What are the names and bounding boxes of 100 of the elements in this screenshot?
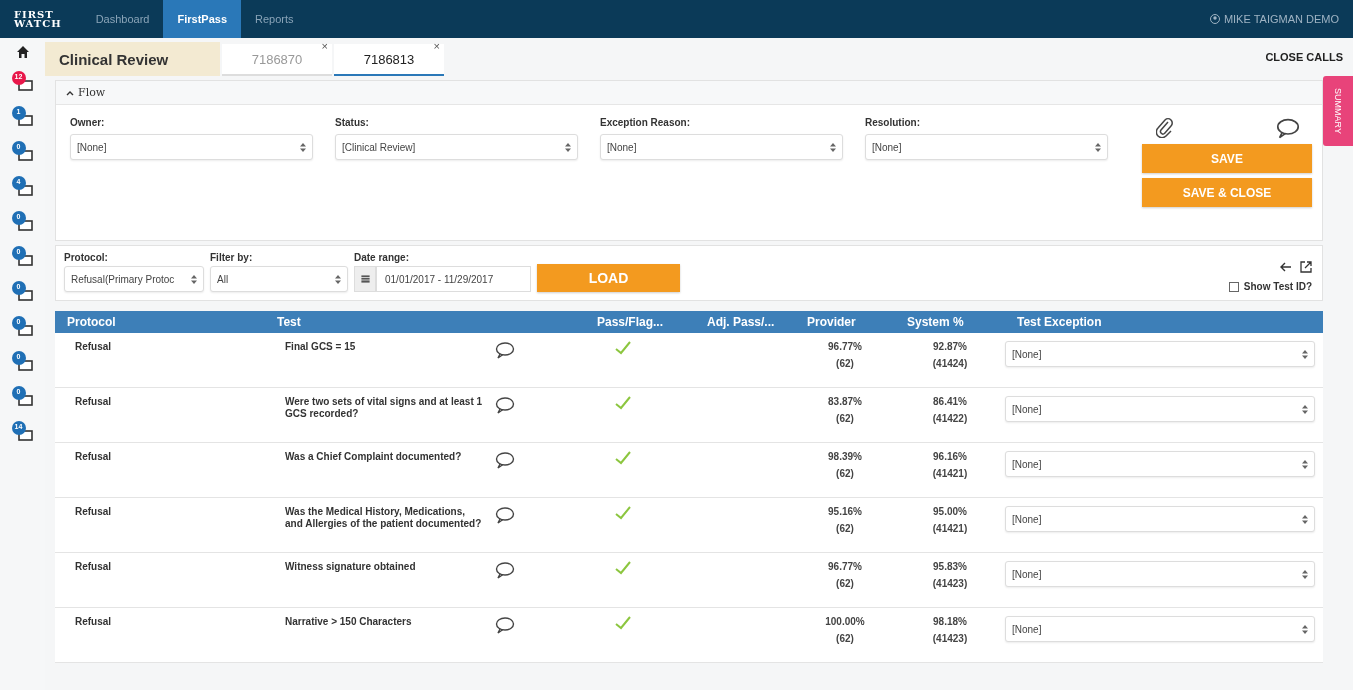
table-cell: 95.00%: [933, 506, 967, 517]
table-cell: 98.18%: [933, 616, 967, 627]
table-cell: (41423): [932, 633, 968, 644]
select-arrows-icon: [1302, 624, 1308, 634]
comment-icon[interactable]: [495, 396, 515, 414]
table-cell-text: Were two sets of vital signs and at least 1 GCS recorded?: [284, 396, 484, 420]
field-label: Resolution:: [865, 117, 921, 128]
select-arrows-icon: [565, 142, 571, 152]
user-icon: [1209, 14, 1220, 24]
field-label: Status:: [335, 117, 370, 128]
select-arrows-icon: [1302, 569, 1308, 579]
column-header: Provider: [806, 315, 857, 329]
record-tab[interactable]: 7186813 ×: [334, 44, 444, 76]
table-cell: (41423): [932, 578, 968, 589]
table-cell: 96.77%: [828, 341, 862, 352]
select-arrows-icon: [335, 274, 341, 284]
table-cell: (62): [836, 578, 854, 589]
select-arrows-icon: [300, 142, 306, 152]
column-header: Pass/Flag...: [596, 315, 665, 329]
table-cell-text: Was a Chief Complaint documented?: [284, 451, 463, 463]
table-cell: (41424): [932, 358, 968, 369]
back-arrow-icon[interactable]: [1280, 261, 1292, 273]
comment-icon[interactable]: [495, 616, 515, 634]
paperclip-icon[interactable]: [1156, 118, 1174, 138]
table-cell: (41422): [932, 413, 968, 424]
field-label: Protocol:: [64, 252, 109, 263]
dropdown[interactable]: [None]: [1005, 506, 1315, 532]
nav-tab[interactable]: FirstPass: [163, 0, 241, 38]
logo[interactable]: FIRST WATCH: [14, 0, 62, 38]
nav-tab[interactable]: Dashboard: [81, 0, 164, 38]
table-cell-text: Refusal: [74, 396, 113, 408]
table-cell-text: Refusal: [74, 561, 113, 573]
table-cell-text: Refusal: [74, 506, 113, 518]
table-cell-text: Refusal: [74, 451, 113, 463]
table-cell: 83.87%: [828, 396, 862, 407]
select-arrows-icon: [191, 274, 197, 284]
home-icon[interactable]: [16, 46, 29, 58]
dropdown[interactable]: All: [210, 266, 348, 292]
select-arrows-icon: [1302, 349, 1308, 359]
comment-icon[interactable]: [1276, 116, 1300, 140]
select-arrows-icon: [1302, 459, 1308, 469]
select-arrows-icon: [1302, 514, 1308, 524]
checkbox-label: Show Test ID?: [1243, 281, 1312, 292]
nav-tab[interactable]: Reports: [241, 0, 308, 38]
close-calls-link[interactable]: CLOSE CALLS: [1265, 51, 1343, 63]
table-cell: 98.39%: [828, 451, 862, 462]
table-cell: 92.87%: [933, 341, 967, 352]
table-cell: 96.77%: [828, 561, 862, 572]
comment-icon[interactable]: [495, 506, 515, 524]
table-cell: (62): [836, 413, 854, 424]
field-label: Filter by:: [210, 252, 254, 263]
column-header: System %: [906, 315, 965, 329]
dropdown[interactable]: [None]: [600, 134, 843, 160]
dropdown[interactable]: [None]: [1005, 451, 1315, 477]
dropdown[interactable]: [None]: [1005, 561, 1315, 587]
table-cell: (62): [836, 633, 854, 644]
external-link-icon[interactable]: [1300, 261, 1312, 273]
column-header: Adj. Pass/...: [706, 315, 776, 329]
column-header: Protocol: [66, 315, 117, 329]
table-cell-text: Refusal: [74, 341, 113, 353]
date-range-field[interactable]: 01/01/2017 - 11/29/2017: [376, 266, 531, 292]
table-cell: 86.41%: [933, 396, 967, 407]
dropdown[interactable]: [None]: [865, 134, 1108, 160]
checkbox[interactable]: [1228, 281, 1239, 292]
column-header: Test: [276, 315, 302, 329]
table-cell: (41421): [932, 468, 968, 479]
select-arrows-icon: [830, 142, 836, 152]
table-cell: (62): [836, 358, 854, 369]
table-cell-text: Witness signature obtained: [284, 561, 417, 573]
user-menu[interactable]: MIKE TAIGMAN DEMO: [1209, 0, 1353, 38]
summary-tab[interactable]: SUMMARY: [1323, 76, 1353, 146]
dropdown[interactable]: [None]: [1005, 396, 1315, 422]
table-cell: (62): [836, 468, 854, 479]
field-label: Date range:: [354, 252, 410, 263]
table-cell: 95.83%: [933, 561, 967, 572]
table-cell: (41421): [932, 523, 968, 534]
field-label: Exception Reason:: [600, 117, 692, 128]
table-cell-text: Was the Medical History, Medications, and Allergies of the patient documented?: [284, 506, 483, 530]
table-cell-text: Final GCS = 15: [284, 341, 357, 353]
field-label: Owner:: [70, 117, 106, 128]
flow-toggle[interactable]: Flow: [56, 81, 1322, 105]
table-cell-text: Refusal: [74, 616, 113, 628]
dropdown[interactable]: [None]: [70, 134, 313, 160]
comment-icon[interactable]: [495, 451, 515, 469]
chevron-icon: [66, 89, 74, 96]
record-tab[interactable]: 7186870 ×: [222, 44, 332, 76]
select-arrows-icon: [1095, 142, 1101, 152]
comment-icon[interactable]: [495, 561, 515, 579]
dropdown[interactable]: Refusal(Primary Protoc: [64, 266, 204, 292]
dropdown[interactable]: [None]: [1005, 616, 1315, 642]
table-cell: 96.16%: [933, 451, 967, 462]
table-cell: 95.16%: [828, 506, 862, 517]
comment-icon[interactable]: [495, 341, 515, 359]
calendar-icon[interactable]: [354, 266, 376, 292]
column-header: Test Exception: [1016, 315, 1103, 329]
table-cell-text: Narrative > 150 Characters: [284, 616, 413, 628]
dropdown[interactable]: [Clinical Review]: [335, 134, 578, 160]
table-cell: 100.00%: [825, 616, 865, 627]
select-arrows-icon: [1302, 404, 1308, 414]
dropdown[interactable]: [None]: [1005, 341, 1315, 367]
